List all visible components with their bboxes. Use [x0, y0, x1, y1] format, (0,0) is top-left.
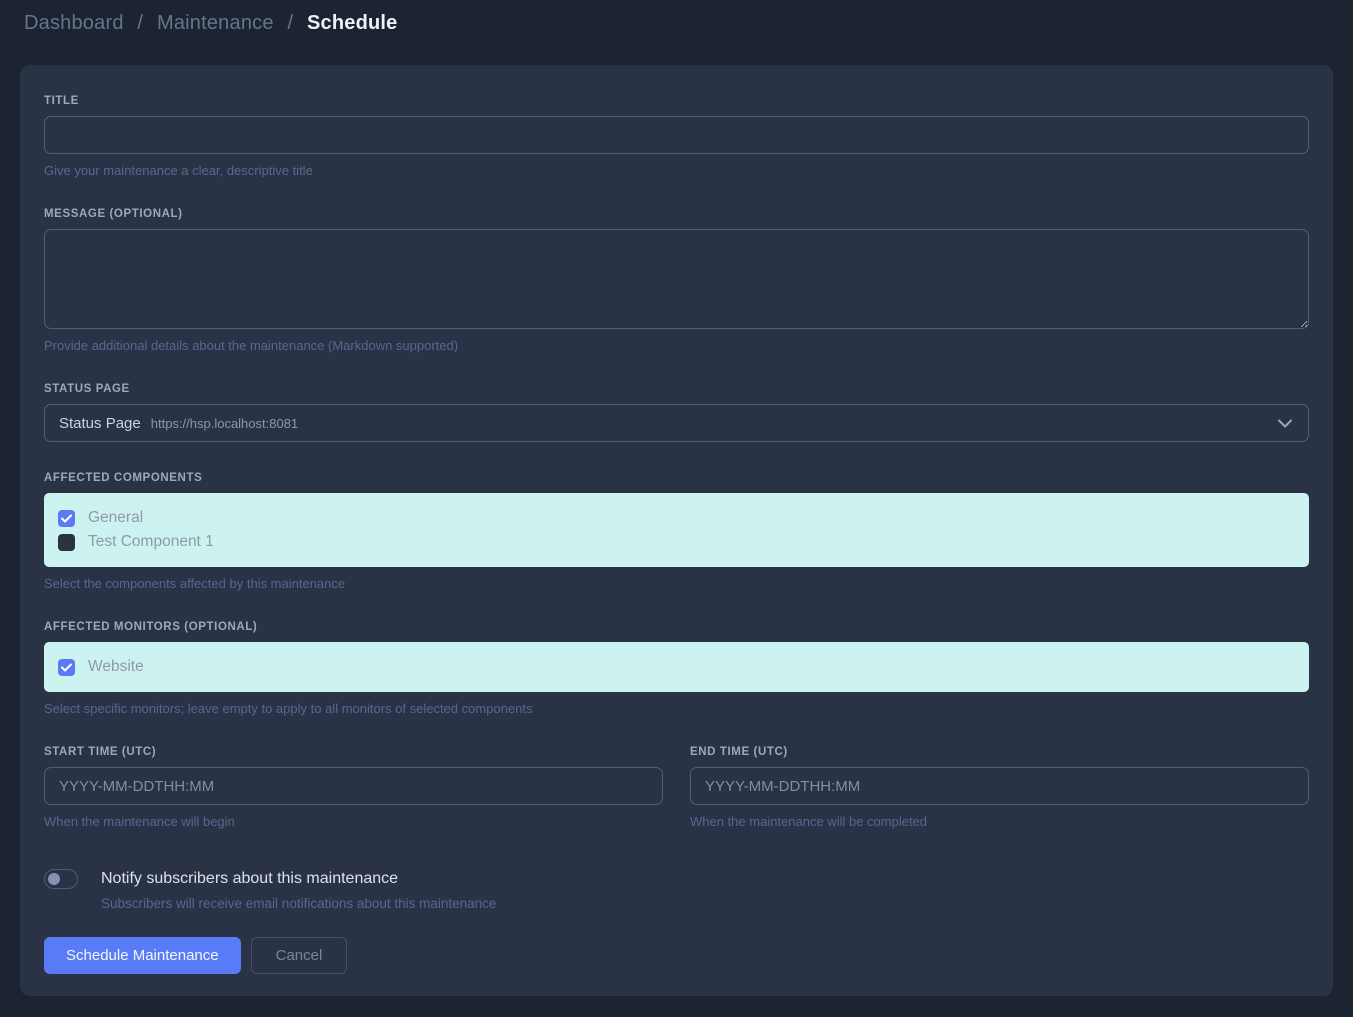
affected-monitors-helper: Select specific monitors; leave empty to…: [44, 701, 1309, 716]
affected-components-label: AFFECTED COMPONENTS: [44, 472, 1309, 484]
start-time-group: START TIME (UTC) When the maintenance wi…: [44, 746, 663, 829]
breadcrumb: Dashboard / Maintenance / Schedule: [24, 12, 1329, 35]
check-icon: [61, 514, 72, 523]
affected-components-helper: Select the components affected by this m…: [44, 576, 1309, 591]
affected-components-group: AFFECTED COMPONENTS General Test Compone…: [44, 472, 1309, 591]
toggle-knob: [48, 873, 60, 885]
time-row: START TIME (UTC) When the maintenance wi…: [44, 746, 1309, 829]
notify-group: Notify subscribers about this maintenanc…: [44, 869, 1309, 911]
monitor-option-website[interactable]: Website: [58, 655, 1295, 679]
affected-components-box: General Test Component 1: [44, 493, 1309, 567]
title-label: TITLE: [44, 95, 1309, 107]
message-label: MESSAGE (OPTIONAL): [44, 208, 1309, 220]
cancel-button[interactable]: Cancel: [251, 937, 348, 974]
end-time-group: END TIME (UTC) When the maintenance will…: [690, 746, 1309, 829]
component-option-label: Test Component 1: [88, 533, 214, 551]
component-option-label: General: [88, 509, 143, 527]
top-bar: Dashboard / Maintenance / Schedule: [0, 0, 1353, 45]
action-buttons: Schedule Maintenance Cancel: [44, 937, 1309, 974]
component-option-general[interactable]: General: [58, 506, 1295, 530]
breadcrumb-separator: /: [287, 12, 293, 34]
affected-monitors-box: Website: [44, 642, 1309, 692]
breadcrumb-dashboard[interactable]: Dashboard: [24, 12, 124, 34]
start-time-label: START TIME (UTC): [44, 746, 663, 758]
end-time-input[interactable]: [690, 767, 1309, 805]
maintenance-form-card: TITLE Give your maintenance a clear, des…: [20, 65, 1333, 996]
check-icon: [61, 663, 72, 672]
checkbox[interactable]: [58, 510, 75, 527]
checkbox[interactable]: [58, 659, 75, 676]
chevron-down-icon: [1278, 419, 1292, 428]
affected-monitors-group: AFFECTED MONITORS (OPTIONAL) Website Sel…: [44, 621, 1309, 716]
title-helper: Give your maintenance a clear, descripti…: [44, 163, 1309, 178]
breadcrumb-current-schedule: Schedule: [307, 12, 398, 34]
status-page-selected-name: Status Page: [59, 415, 141, 432]
start-time-input[interactable]: [44, 767, 663, 805]
message-textarea[interactable]: [44, 229, 1309, 329]
notify-label: Notify subscribers about this maintenanc…: [101, 870, 398, 888]
status-page-selected-url: https://hsp.localhost:8081: [151, 416, 298, 431]
end-time-helper: When the maintenance will be completed: [690, 814, 1309, 829]
status-page-select[interactable]: Status Page https://hsp.localhost:8081: [44, 404, 1309, 442]
breadcrumb-maintenance[interactable]: Maintenance: [157, 12, 274, 34]
message-group: MESSAGE (OPTIONAL) Provide additional de…: [44, 208, 1309, 353]
schedule-maintenance-button[interactable]: Schedule Maintenance: [44, 937, 241, 974]
checkbox[interactable]: [58, 534, 75, 551]
start-time-helper: When the maintenance will begin: [44, 814, 663, 829]
monitor-option-label: Website: [88, 658, 144, 676]
title-input[interactable]: [44, 116, 1309, 154]
title-group: TITLE Give your maintenance a clear, des…: [44, 95, 1309, 178]
message-helper: Provide additional details about the mai…: [44, 338, 1309, 353]
component-option-test-component-1[interactable]: Test Component 1: [58, 530, 1295, 554]
status-page-group: STATUS PAGE Status Page https://hsp.loca…: [44, 383, 1309, 442]
status-page-label: STATUS PAGE: [44, 383, 1309, 395]
end-time-label: END TIME (UTC): [690, 746, 1309, 758]
breadcrumb-separator: /: [137, 12, 143, 34]
notify-toggle[interactable]: [44, 869, 78, 889]
affected-monitors-label: AFFECTED MONITORS (OPTIONAL): [44, 621, 1309, 633]
notify-helper: Subscribers will receive email notificat…: [101, 896, 1309, 911]
